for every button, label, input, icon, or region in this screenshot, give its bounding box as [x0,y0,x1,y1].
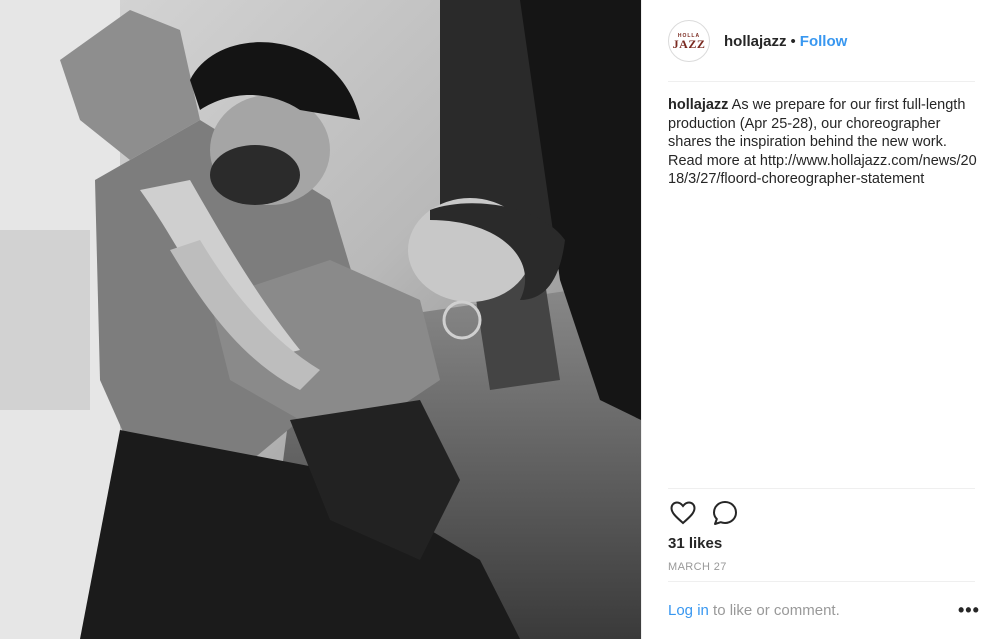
avatar-logo-bottom: JAZZ [672,36,706,51]
avatar[interactable]: HOLLA JAZZ [668,20,710,62]
username-link[interactable]: hollajazz [724,33,787,50]
divider [668,81,975,82]
comment-icon[interactable] [710,498,740,528]
post-actions [668,497,752,529]
divider [668,488,975,489]
login-suffix: to like or comment. [713,602,840,619]
dancers-photo [0,0,641,639]
separator-dot: • [790,32,796,50]
login-prompt: Log in to like or comment. [668,602,840,619]
post-details-panel: HOLLA JAZZ hollajazz • Follow hollajazz … [641,0,1000,639]
caption-username[interactable]: hollajazz [668,97,728,113]
post-header: HOLLA JAZZ hollajazz • Follow [642,0,1000,82]
heart-icon[interactable] [668,498,698,528]
post-caption: hollajazz As we prepare for our first fu… [668,96,978,189]
login-link[interactable]: Log in [668,602,709,619]
follow-button[interactable]: Follow [800,33,848,50]
more-options-icon[interactable]: ••• [958,600,980,620]
post-date[interactable]: MARCH 27 [668,561,727,573]
divider [668,581,975,582]
likes-count[interactable]: 31 likes [668,535,722,552]
post-photo[interactable] [0,0,641,639]
